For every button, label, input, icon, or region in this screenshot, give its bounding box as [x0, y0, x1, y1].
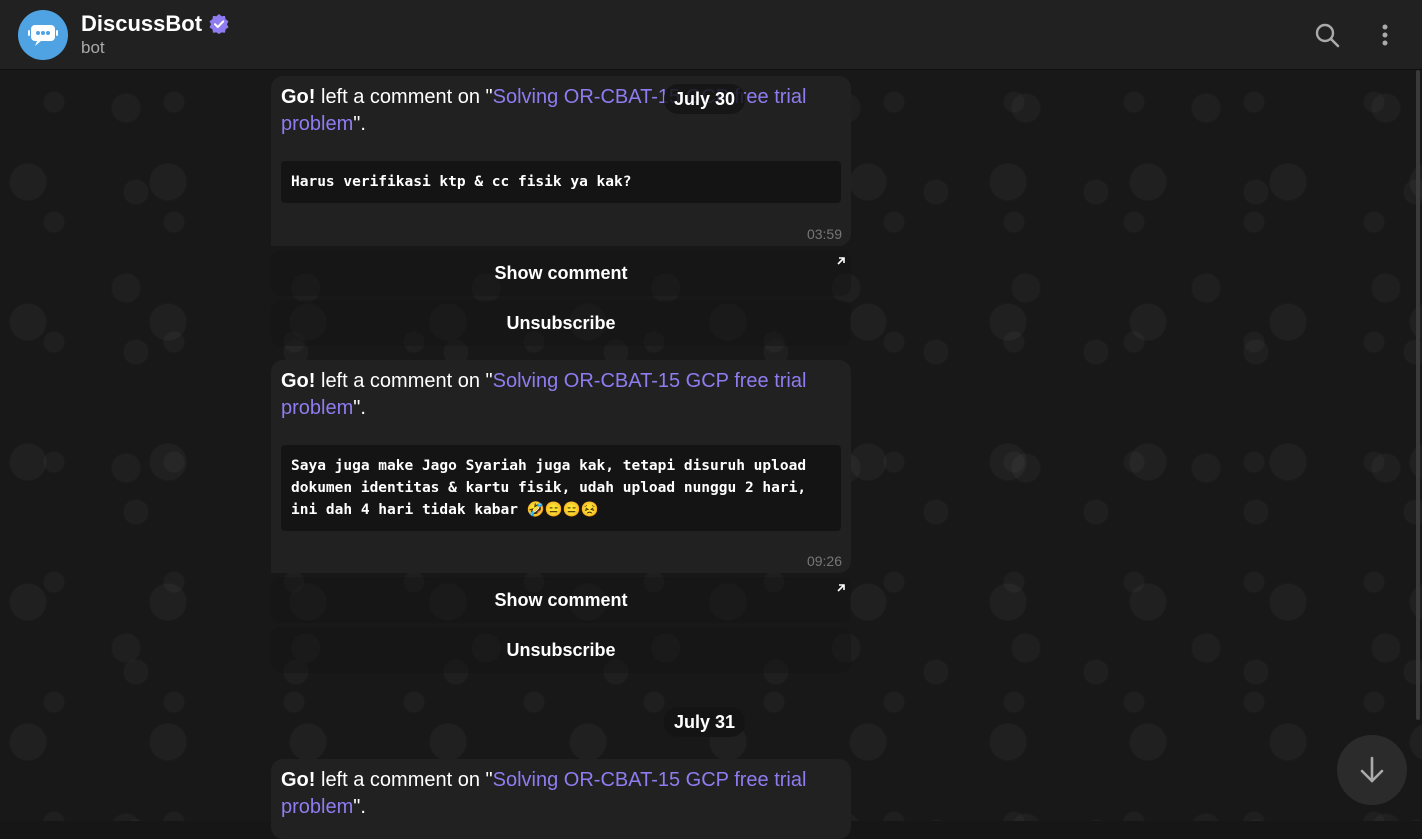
show-comment-button[interactable]: Show comment	[271, 250, 851, 296]
message-time: 09:26	[806, 553, 842, 569]
external-link-icon	[837, 257, 845, 265]
message-action: left a comment on "	[315, 86, 493, 108]
bot-icon	[28, 24, 58, 46]
chat-title: DiscussBot	[81, 11, 203, 36]
more-options-button[interactable]	[1370, 20, 1400, 50]
show-comment-button[interactable]: Show comment	[271, 577, 851, 623]
search-icon	[1315, 23, 1340, 48]
verified-badge-icon	[209, 14, 229, 34]
more-vertical-icon	[1382, 24, 1388, 46]
message-time: 03:59	[806, 226, 842, 242]
chat-header: DiscussBot bot	[0, 0, 1422, 70]
avatar[interactable]	[18, 9, 68, 60]
message-action: left a comment on "	[315, 370, 493, 392]
message-text: Go! left a comment on "Solving OR-CBAT-1…	[281, 368, 841, 422]
message-suffix: ".	[353, 113, 366, 135]
unsubscribe-label: Unsubscribe	[506, 639, 616, 660]
message-bubble: Go! left a comment on "Solving OR-CBAT-1…	[271, 759, 851, 839]
comment-block: Saya juga make Jago Syariah juga kak, te…	[281, 445, 841, 531]
unsubscribe-button[interactable]: Unsubscribe	[271, 300, 851, 346]
date-separator: July 30	[664, 84, 746, 114]
message-text: Go! left a comment on "Solving OR-CBAT-1…	[281, 767, 841, 821]
arrow-down-icon	[1360, 756, 1384, 783]
comment-block: Harus verifikasi ktp & cc fisik ya kak?	[281, 161, 841, 203]
message-bubble: Go! left a comment on "Solving OR-CBAT-1…	[271, 360, 851, 573]
date-separator: July 31	[664, 707, 746, 737]
chat-title-block[interactable]: DiscussBot bot	[81, 11, 229, 58]
unsubscribe-label: Unsubscribe	[506, 312, 616, 333]
show-comment-label: Show comment	[494, 262, 628, 283]
message-author: Go!	[281, 769, 316, 791]
message-action: left a comment on "	[315, 769, 493, 791]
external-link-icon	[837, 584, 845, 592]
message-suffix: ".	[353, 796, 366, 818]
message-author: Go!	[281, 370, 316, 392]
message-author: Go!	[281, 86, 316, 108]
search-button[interactable]	[1312, 20, 1342, 50]
message-bubble: Go! left a comment on "Solving OR-CBAT-1…	[271, 76, 851, 246]
scrollbar[interactable]	[1416, 70, 1420, 720]
show-comment-label: Show comment	[494, 589, 628, 610]
unsubscribe-button[interactable]: Unsubscribe	[271, 627, 851, 673]
scroll-down-button[interactable]	[1337, 735, 1407, 805]
message-suffix: ".	[353, 397, 366, 419]
chat-subtitle: bot	[81, 38, 105, 57]
message-text: Go! left a comment on "Solving OR-CBAT-1…	[281, 84, 841, 138]
